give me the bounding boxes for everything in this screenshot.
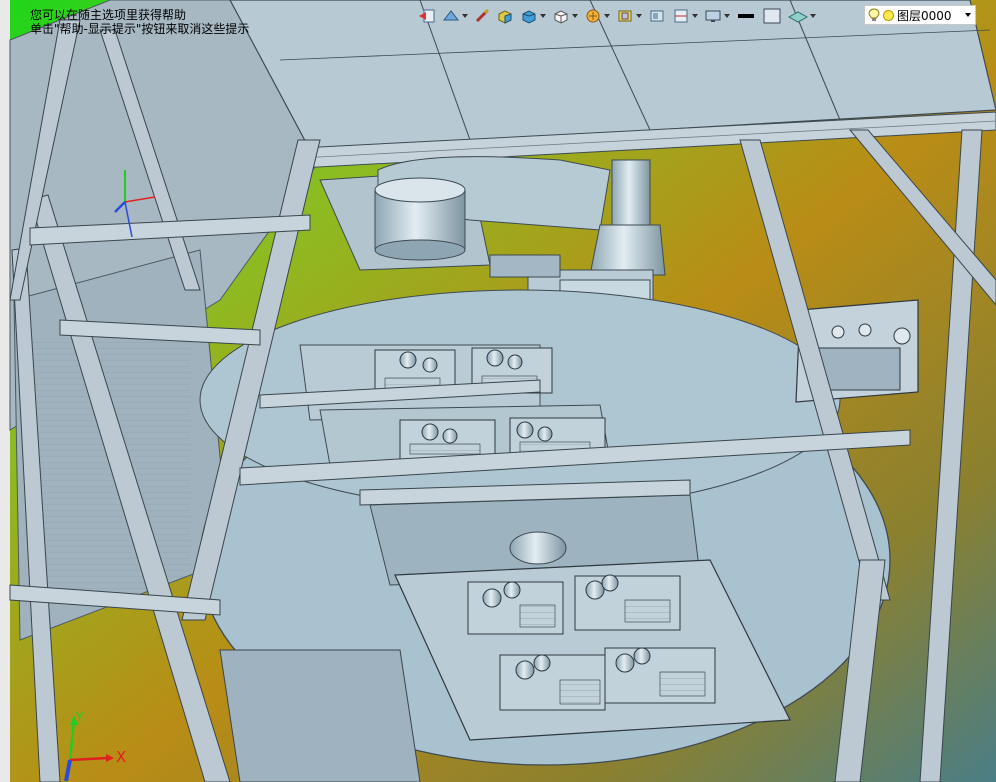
chevron-down-icon	[692, 14, 698, 18]
render-style-button[interactable]	[582, 5, 612, 27]
axis-y-label: Y	[76, 710, 84, 724]
cad-viewport[interactable]: X Y 您可以在随主选项里获得帮助 单击"帮助-显示提示"按钮来取消这些提示 图…	[0, 0, 996, 782]
shaded-box-button[interactable]	[494, 5, 516, 27]
view-orientation-button[interactable]	[550, 5, 580, 27]
coordinate-triad	[64, 715, 114, 782]
pcb-lower-2	[574, 574, 681, 631]
display-option-button[interactable]	[670, 5, 700, 27]
pcb-lower-4	[604, 647, 716, 704]
chevron-down-icon	[572, 14, 578, 18]
chevron-down-icon	[604, 14, 610, 18]
pcb-lower-1	[467, 581, 564, 635]
robot-flange	[589, 224, 666, 276]
chevron-down-icon	[636, 14, 642, 18]
reference-triad	[114, 170, 156, 238]
display-option-icon	[674, 9, 688, 23]
pcb-lower-3	[499, 654, 606, 711]
exit-view-icon	[419, 9, 435, 23]
chevron-down-icon	[810, 14, 816, 18]
turntable-base	[219, 649, 421, 782]
shaded-box-icon	[498, 10, 512, 24]
layer-color-swatch	[883, 9, 894, 21]
chevron-down-icon	[965, 13, 971, 17]
screen-display-button[interactable]	[702, 5, 732, 27]
solid-box-icon	[522, 10, 536, 24]
measure-icon	[475, 8, 490, 23]
screen-display-icon	[705, 10, 721, 22]
measure-button[interactable]	[472, 5, 492, 27]
fill-color-button[interactable]	[760, 5, 784, 27]
robot-z-axis	[611, 159, 651, 226]
lighting-icon	[618, 10, 632, 22]
assembly-model[interactable]	[0, 0, 996, 782]
line-color-icon	[738, 14, 754, 18]
surface-color-icon	[788, 11, 808, 23]
chevron-down-icon	[724, 14, 730, 18]
axis-x-label: X	[116, 748, 127, 766]
chevron-down-icon	[540, 14, 546, 18]
section-view-icon	[650, 10, 664, 22]
center-bore	[509, 531, 567, 565]
layer-dropdown[interactable]: 图层0000	[864, 5, 976, 25]
exit-view-button[interactable]	[416, 5, 438, 27]
section-view-button[interactable]	[646, 5, 668, 27]
render-mode-button[interactable]	[440, 5, 470, 27]
surface-color-button[interactable]	[786, 5, 818, 27]
render-style-icon	[586, 9, 600, 23]
view-orientation-icon	[554, 10, 568, 24]
layer-name: 图层0000	[897, 8, 952, 23]
line-color-button[interactable]	[734, 5, 758, 27]
chevron-down-icon	[462, 14, 468, 18]
solid-box-button[interactable]	[518, 5, 548, 27]
lighting-button[interactable]	[614, 5, 644, 27]
lightbulb-icon	[868, 8, 880, 21]
fill-color-icon	[763, 8, 781, 24]
render-mode-icon	[442, 10, 460, 21]
heads-up-view-toolbar	[416, 4, 818, 28]
